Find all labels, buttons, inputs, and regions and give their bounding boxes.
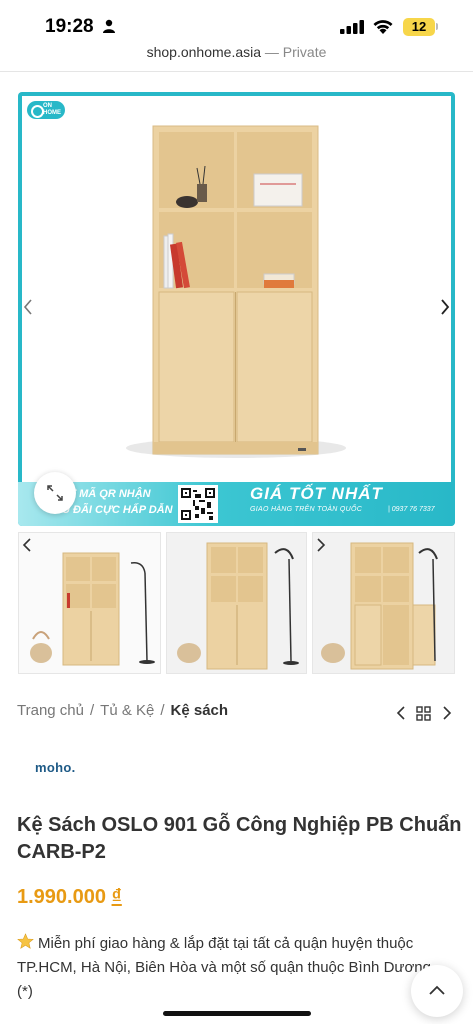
status-bar: 19:28 12 xyxy=(0,0,473,44)
chevron-left-icon[interactable] xyxy=(19,533,35,557)
price-currency: ₫ xyxy=(111,886,122,908)
thumbnail-1[interactable] xyxy=(18,532,161,674)
thumbnail-2-image xyxy=(167,533,306,673)
breadcrumb-current[interactable]: Kệ sách xyxy=(171,702,229,719)
promo-banner: ÉT MÃ QR NHẬN U ĐÃI CỰC HẤP DẪN GIÁ TỐT … xyxy=(18,482,455,526)
chevron-left-icon[interactable] xyxy=(18,292,38,322)
hero-image-area: ON HOME xyxy=(22,96,451,482)
chevron-left-icon[interactable] xyxy=(396,706,405,720)
url-private-label: — Private xyxy=(264,44,327,60)
product-hero-image[interactable]: ON HOME ÉT MÃ QR NHẬN U ĐÃI CỰC HẤP DẪN xyxy=(18,92,455,526)
logo-text-home: HOME xyxy=(43,110,61,116)
chevron-right-icon[interactable] xyxy=(443,706,452,720)
qr-code xyxy=(178,485,218,523)
banner-left-line1: ÉT MÃ QR NHẬN xyxy=(62,488,151,500)
product-title: Kệ Sách OSLO 901 Gỗ Công Nghiệp PB Chuẩn… xyxy=(17,814,462,863)
status-time: 19:28 xyxy=(45,16,94,37)
banner-subtitle: GIAO HÀNG TRÊN TOÀN QUỐC xyxy=(250,506,363,513)
product-nav xyxy=(396,706,452,721)
chevron-right-icon[interactable] xyxy=(435,292,455,322)
scroll-to-top-button[interactable] xyxy=(411,965,463,1017)
url-bar[interactable]: shop.onhome.asia — Private xyxy=(0,44,473,72)
brand-logo[interactable]: moho. xyxy=(35,760,76,775)
breadcrumb: Trang chủ / Tủ & Kệ / Kệ sách xyxy=(17,702,228,719)
thumbnail-3[interactable] xyxy=(312,532,455,674)
wifi-icon xyxy=(373,20,393,34)
qr-code-icon xyxy=(181,488,215,520)
price-value: 1.990.000 xyxy=(17,886,106,908)
banner-title: GIÁ TỐT NHẤT xyxy=(250,484,383,503)
onhome-logo: ON HOME xyxy=(27,101,65,119)
star-icon xyxy=(17,933,34,949)
chevron-right-icon[interactable] xyxy=(313,533,329,557)
thumbnail-gallery xyxy=(18,532,455,674)
breadcrumb-home[interactable]: Trang chủ xyxy=(17,702,84,719)
bookshelf-illustration xyxy=(126,125,346,458)
battery-icon: 12 xyxy=(403,18,435,36)
battery-cap xyxy=(436,23,438,30)
banner-left-line2: U ĐÃI CỰC HẤP DẪN xyxy=(62,504,173,516)
expand-image-button[interactable] xyxy=(34,472,76,514)
thumbnail-3-image xyxy=(313,533,454,673)
home-indicator[interactable] xyxy=(163,1011,311,1016)
logo-text-on: ON xyxy=(43,103,52,109)
banner-qr-text: ÉT MÃ QR NHẬN U ĐÃI CỰC HẤP DẪN xyxy=(62,486,173,518)
thumbnail-1-image xyxy=(30,552,155,666)
breadcrumb-category[interactable]: Tủ & Kệ xyxy=(100,702,154,719)
product-price: 1.990.000 ₫ xyxy=(17,886,122,909)
person-icon xyxy=(103,19,115,33)
thumbnail-2[interactable] xyxy=(166,532,307,674)
breadcrumb-separator: / xyxy=(89,702,95,719)
signal-icon xyxy=(340,20,364,34)
product-description: Miễn phí giao hàng & lắp đặt tại tất cả … xyxy=(17,932,447,1004)
breadcrumb-separator: / xyxy=(160,702,165,719)
grid-icon[interactable] xyxy=(416,706,431,721)
expand-icon xyxy=(47,485,63,501)
url-host: shop.onhome.asia xyxy=(146,44,262,60)
description-text: Miễn phí giao hàng & lắp đặt tại tất cả … xyxy=(17,935,431,1000)
banner-phone: | 0937 76 7337 xyxy=(388,506,435,513)
chevron-up-icon xyxy=(429,985,445,995)
